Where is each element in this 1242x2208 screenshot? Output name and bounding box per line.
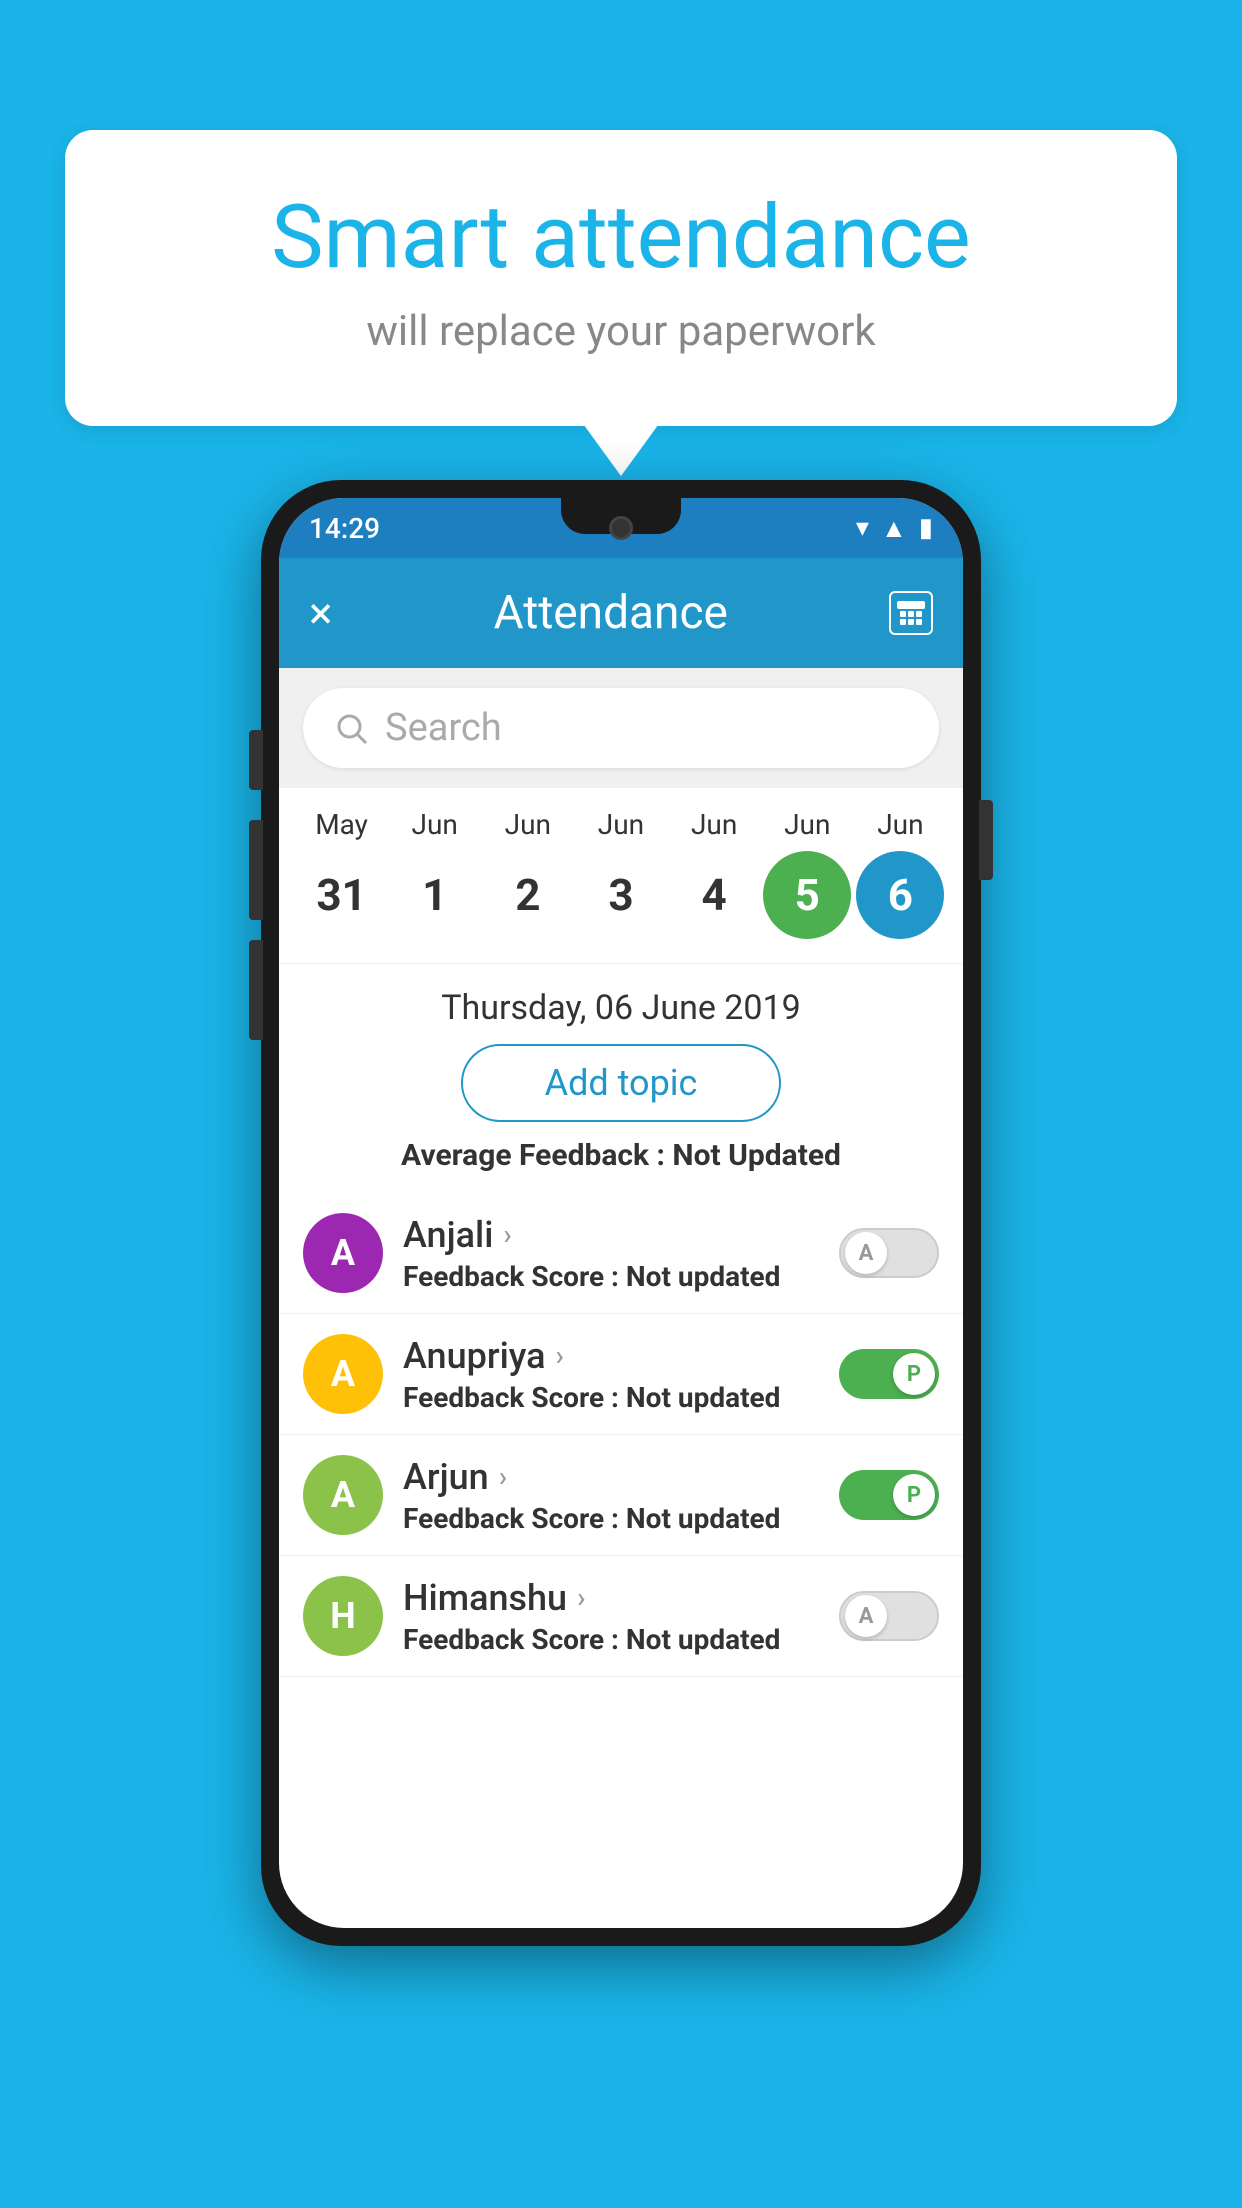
avatar-himanshu: H [303, 1576, 383, 1656]
battery-icon: ▮ [919, 513, 933, 543]
chevron-right-icon: › [577, 1581, 585, 1614]
student-info-anjali: Anjali › Feedback Score : Not updated [403, 1214, 819, 1293]
month-6: Jun [856, 808, 944, 841]
date-1[interactable]: 1 [391, 851, 479, 939]
student-info-arjun: Arjun › Feedback Score : Not updated [403, 1456, 819, 1535]
calendar-strip: May Jun Jun Jun Jun Jun Jun 31 1 2 3 4 5… [279, 788, 963, 964]
volume-up-button [249, 730, 263, 790]
calendar-months: May Jun Jun Jun Jun Jun Jun [279, 808, 963, 841]
feedback-score-himanshu: Feedback Score : Not updated [403, 1623, 819, 1656]
search-icon [333, 710, 369, 746]
student-info-himanshu: Himanshu › Feedback Score : Not updated [403, 1577, 819, 1656]
month-5: Jun [763, 808, 851, 841]
avg-feedback: Average Feedback : Not Updated [279, 1138, 963, 1193]
toggle-himanshu[interactable]: A [839, 1591, 939, 1641]
toggle-switch-anupriya[interactable]: P [839, 1349, 939, 1399]
silent-button [249, 940, 263, 1040]
student-row-2: A Arjun › Feedback Score : Not updated P [279, 1435, 963, 1556]
cal-dot [908, 611, 914, 617]
toggle-anupriya[interactable]: P [839, 1349, 939, 1399]
cal-dot [908, 619, 914, 625]
student-info-anupriya: Anupriya › Feedback Score : Not updated [403, 1335, 819, 1414]
calendar-dates: 31 1 2 3 4 5 6 [279, 851, 963, 939]
search-container: Search [279, 668, 963, 788]
close-button[interactable]: × [309, 587, 332, 639]
cal-dot [900, 611, 906, 617]
app-bar-title: Attendance [494, 586, 728, 640]
avatar-arjun: A [303, 1455, 383, 1535]
phone-camera [609, 516, 633, 540]
toggle-switch-himanshu[interactable]: A [839, 1591, 939, 1641]
feedback-score-arjun: Feedback Score : Not updated [403, 1502, 819, 1535]
feedback-score-anupriya: Feedback Score : Not updated [403, 1381, 819, 1414]
date-2[interactable]: 2 [484, 851, 572, 939]
calendar-icon-top [897, 601, 925, 609]
student-name-anupriya[interactable]: Anupriya › [403, 1335, 819, 1377]
wifi-icon: ▾ [856, 513, 869, 543]
toggle-thumb-anupriya: P [893, 1353, 935, 1395]
month-0: May [298, 808, 386, 841]
power-button [979, 800, 993, 880]
student-row-0: A Anjali › Feedback Score : Not updated … [279, 1193, 963, 1314]
student-name-himanshu[interactable]: Himanshu › [403, 1577, 819, 1619]
phone-notch [561, 498, 681, 534]
chevron-right-icon: › [499, 1460, 507, 1493]
toggle-thumb-himanshu: A [845, 1595, 887, 1637]
signal-icon: ▲ [881, 513, 907, 544]
cal-dot [900, 619, 906, 625]
cal-dot [916, 611, 922, 617]
avg-feedback-label: Average Feedback : [401, 1138, 672, 1173]
cal-dot [916, 619, 922, 625]
chevron-right-icon: › [556, 1339, 564, 1372]
avg-feedback-value: Not Updated [672, 1138, 841, 1173]
student-name-anjali[interactable]: Anjali › [403, 1214, 819, 1256]
toggle-thumb-arjun: P [893, 1474, 935, 1516]
calendar-icon-grid [900, 611, 922, 625]
date-6-selected[interactable]: 6 [856, 851, 944, 939]
toggle-thumb-anjali: A [845, 1232, 887, 1274]
search-bar[interactable]: Search [303, 688, 939, 768]
status-time: 14:29 [309, 512, 380, 545]
date-3[interactable]: 3 [577, 851, 665, 939]
volume-down-button [249, 820, 263, 920]
toggle-switch-arjun[interactable]: P [839, 1470, 939, 1520]
phone-outer: 14:29 ▾ ▲ ▮ × Attendance [261, 480, 981, 1946]
toggle-anjali[interactable]: A [839, 1228, 939, 1278]
student-row-1: A Anupriya › Feedback Score : Not update… [279, 1314, 963, 1435]
calendar-button[interactable] [889, 591, 933, 635]
status-icons: ▾ ▲ ▮ [856, 513, 933, 544]
toggle-switch-anjali[interactable]: A [839, 1228, 939, 1278]
toggle-arjun[interactable]: P [839, 1470, 939, 1520]
date-5-today[interactable]: 5 [763, 851, 851, 939]
student-row-3: H Himanshu › Feedback Score : Not update… [279, 1556, 963, 1677]
selected-date-label: Thursday, 06 June 2019 [279, 964, 963, 1044]
phone-screen: 14:29 ▾ ▲ ▮ × Attendance [279, 498, 963, 1928]
speech-bubble-container: Smart attendance will replace your paper… [65, 130, 1177, 426]
speech-bubble: Smart attendance will replace your paper… [65, 130, 1177, 426]
month-1: Jun [391, 808, 479, 841]
student-name-arjun[interactable]: Arjun › [403, 1456, 819, 1498]
content-area: Thursday, 06 June 2019 Add topic Average… [279, 964, 963, 1677]
feedback-score-anjali: Feedback Score : Not updated [403, 1260, 819, 1293]
phone-wrapper: 14:29 ▾ ▲ ▮ × Attendance [261, 480, 981, 1946]
add-topic-button[interactable]: Add topic [461, 1044, 781, 1122]
month-4: Jun [670, 808, 758, 841]
date-31[interactable]: 31 [298, 851, 386, 939]
add-topic-wrapper: Add topic [279, 1044, 963, 1122]
bubble-title: Smart attendance [145, 190, 1097, 287]
chevron-right-icon: › [503, 1218, 511, 1251]
app-bar: × Attendance [279, 558, 963, 668]
avatar-anjali: A [303, 1213, 383, 1293]
date-4[interactable]: 4 [670, 851, 758, 939]
bubble-subtitle: will replace your paperwork [145, 307, 1097, 356]
search-placeholder: Search [385, 706, 502, 750]
month-2: Jun [484, 808, 572, 841]
avatar-anupriya: A [303, 1334, 383, 1414]
month-3: Jun [577, 808, 665, 841]
